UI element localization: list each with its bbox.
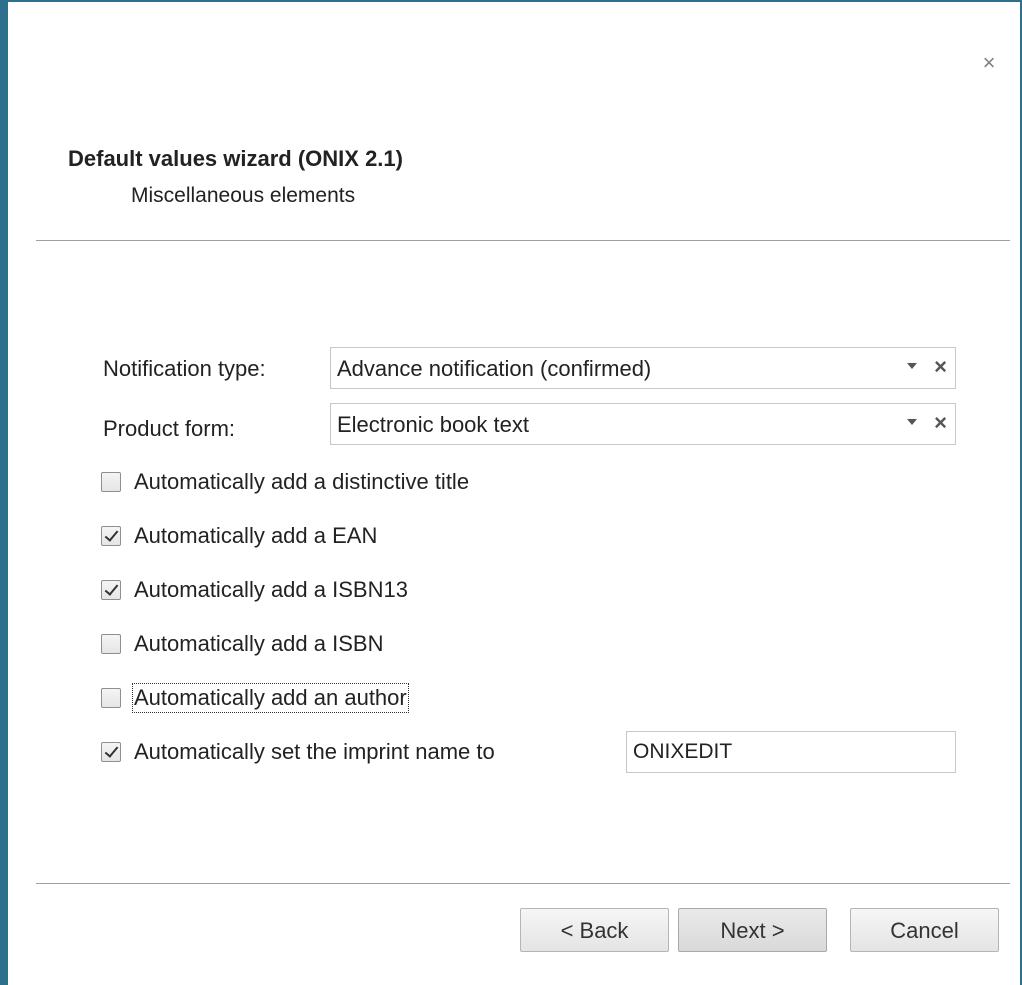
- distinctive-title-label: Automatically add a distinctive title: [134, 469, 470, 494]
- product-form-combo[interactable]: Electronic book text ×: [330, 403, 956, 445]
- back-button[interactable]: < Back: [520, 908, 669, 952]
- footer-divider: [36, 883, 1010, 884]
- notification-type-label: Notification type:: [103, 356, 266, 381]
- clear-icon[interactable]: ×: [934, 354, 947, 380]
- product-form-value: Electronic book text: [337, 412, 529, 437]
- isbn13-checkbox[interactable]: [101, 580, 121, 600]
- notification-type-combo[interactable]: Advance notification (confirmed) ×: [330, 347, 956, 389]
- option-distinctive-title[interactable]: Automatically add a distinctive title: [101, 468, 469, 496]
- dialog-window: × Default values wizard (ONIX 2.1) Misce…: [0, 0, 1022, 985]
- option-author[interactable]: Automatically add an author: [101, 683, 409, 713]
- option-imprint[interactable]: Automatically set the imprint name to: [101, 738, 495, 766]
- cancel-button[interactable]: Cancel: [850, 908, 999, 952]
- close-icon[interactable]: ×: [976, 50, 1002, 76]
- imprint-label: Automatically set the imprint name to: [134, 739, 495, 764]
- option-isbn[interactable]: Automatically add a ISBN: [101, 630, 383, 658]
- isbn-label: Automatically add a ISBN: [134, 631, 384, 656]
- option-isbn13[interactable]: Automatically add a ISBN13: [101, 576, 408, 604]
- notification-type-value: Advance notification (confirmed): [337, 356, 652, 381]
- author-label: Automatically add an author: [132, 683, 409, 713]
- clear-icon[interactable]: ×: [934, 410, 947, 436]
- ean-label: Automatically add a EAN: [134, 523, 378, 548]
- isbn-checkbox[interactable]: [101, 634, 121, 654]
- imprint-name-input[interactable]: [626, 731, 956, 773]
- author-checkbox[interactable]: [101, 688, 121, 708]
- chevron-down-icon[interactable]: [907, 363, 917, 369]
- distinctive-title-checkbox[interactable]: [101, 472, 121, 492]
- dialog-title: Default values wizard (ONIX 2.1): [68, 146, 403, 171]
- option-ean[interactable]: Automatically add a EAN: [101, 522, 377, 550]
- product-form-label: Product form:: [103, 416, 236, 441]
- ean-checkbox[interactable]: [101, 526, 121, 546]
- next-button[interactable]: Next >: [678, 908, 827, 952]
- isbn13-label: Automatically add a ISBN13: [134, 577, 408, 602]
- header-divider: [36, 240, 1010, 241]
- dialog-subtitle: Miscellaneous elements: [131, 184, 356, 207]
- imprint-checkbox[interactable]: [101, 742, 121, 762]
- chevron-down-icon[interactable]: [907, 419, 917, 425]
